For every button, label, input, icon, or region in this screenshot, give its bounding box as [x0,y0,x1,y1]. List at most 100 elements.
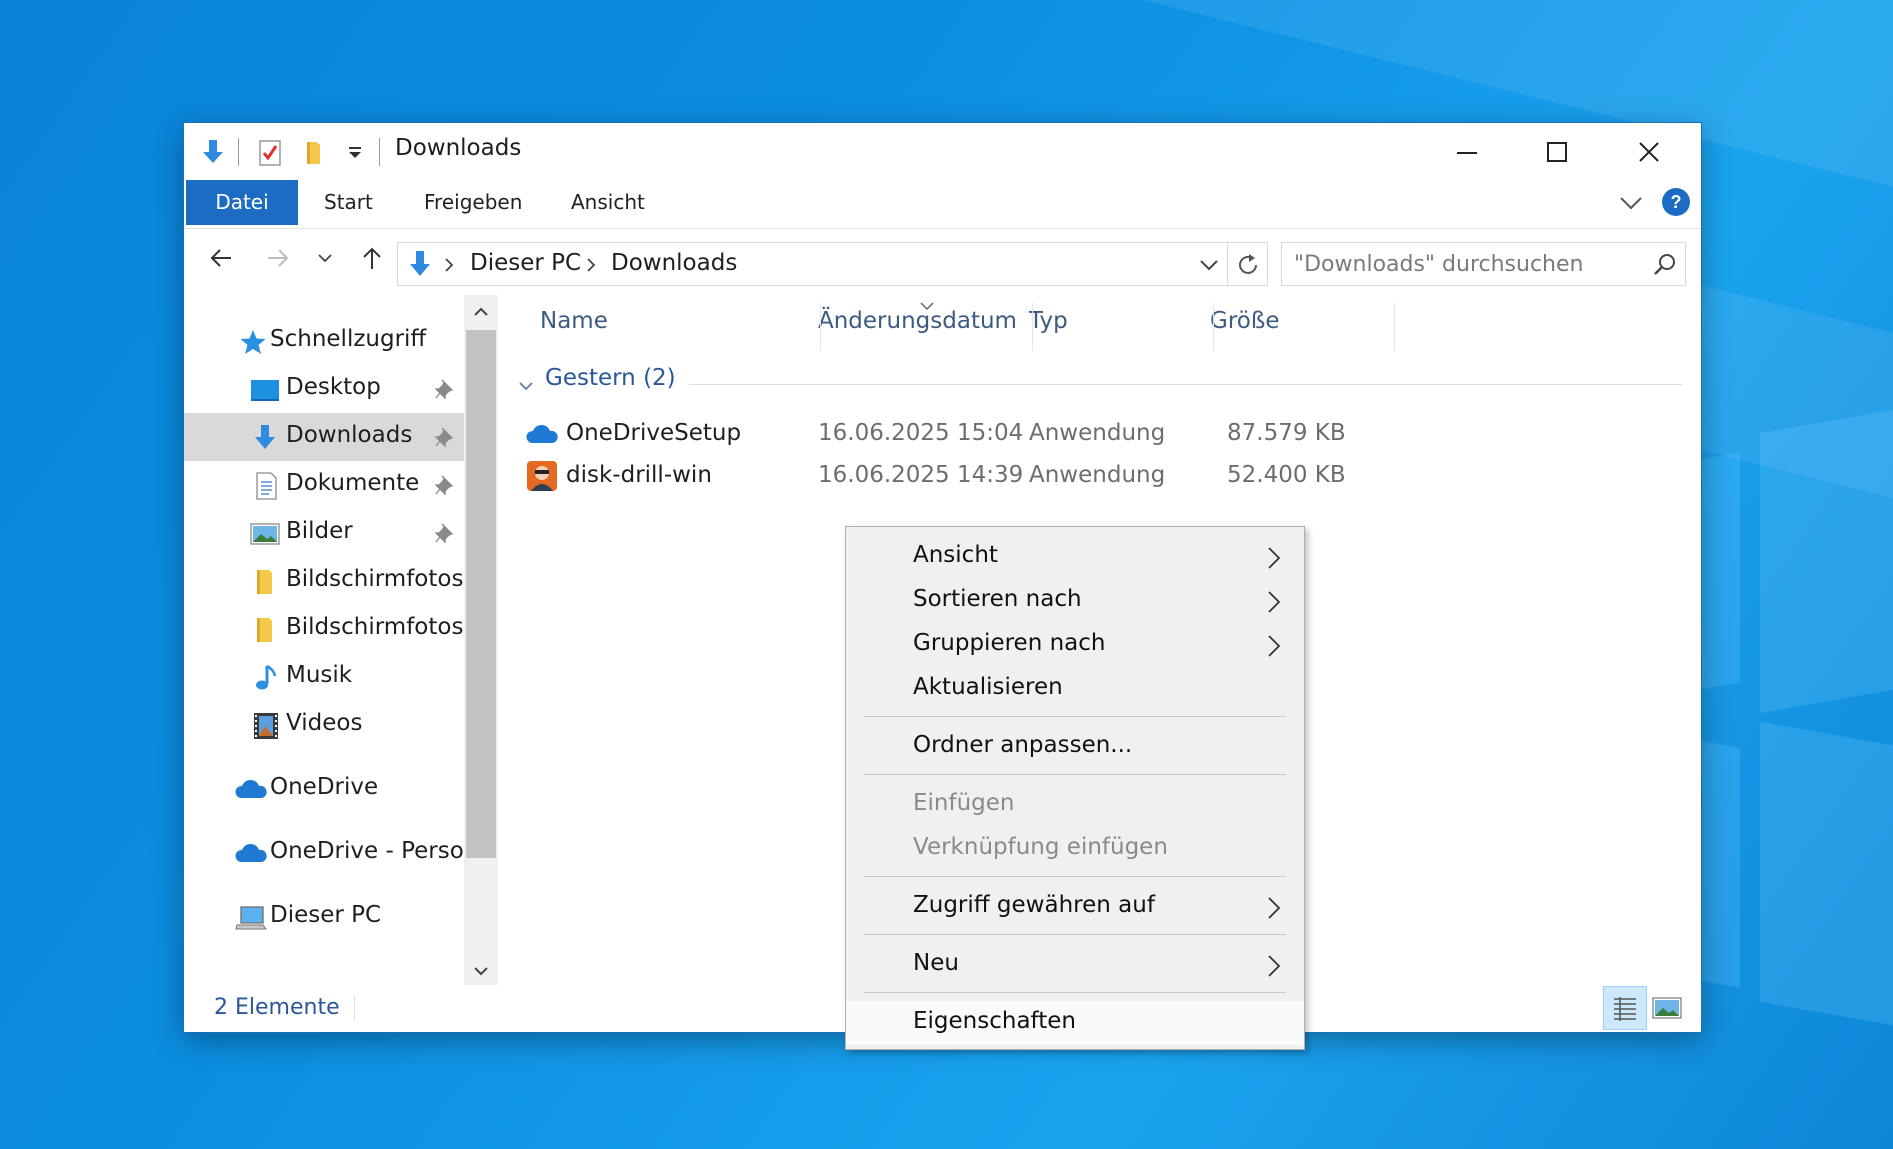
menu-item-label: Ansicht [913,542,998,568]
nav-onedrive-personal-label: OneDrive - Person [270,838,464,864]
up-arrow-icon [363,247,381,269]
nav-this-pc[interactable]: Dieser PC [184,893,464,941]
nav-this-pc-label: Dieser PC [270,902,382,928]
computer-icon [234,904,267,932]
pin-icon [434,522,454,544]
column-header-size[interactable]: Größe [1210,308,1279,334]
file-date: 16.06.2025 15:04 [818,420,1024,446]
file-row[interactable]: disk-drill-win 16.06.2025 14:39 Anwendun… [517,456,1617,496]
properties-icon[interactable] [255,137,285,167]
collapse-group-icon[interactable] [517,373,535,391]
menu-item-label: Einfügen [913,790,1015,816]
breadcrumb-chevron-icon [442,256,456,274]
submenu-arrow-icon [1266,953,1282,979]
file-size: 52.400 KB [1227,462,1346,488]
help-icon[interactable]: ? [1661,187,1691,217]
column-header-type[interactable]: Typ [1029,308,1068,334]
menu-item-eigenschaften[interactable]: Eigenschaften [846,1001,1304,1045]
onedrive-icon [234,776,267,804]
file-type: Anwendung [1029,462,1166,488]
file-date: 16.06.2025 14:39 [818,462,1024,488]
large-icons-view-icon[interactable] [1652,995,1682,1021]
breadcrumb-dieser-pc[interactable]: Dieser PC [470,250,581,276]
nav-item-videos[interactable]: Videos [184,701,464,749]
video-icon [252,712,282,740]
back-button[interactable] [204,241,238,275]
column-header-name[interactable]: Name [540,308,608,334]
menu-item-label: Ordner anpassen... [913,732,1133,758]
recent-locations-button[interactable] [313,241,337,275]
nav-item-bildschirmfotos-2[interactable]: Bildschirmfotos [184,605,464,653]
back-arrow-icon [210,249,231,267]
chevron-down-icon [318,254,332,263]
pictures-icon [250,520,280,548]
item-count: 2 Elemente [214,995,340,1020]
minimize-button[interactable] [1422,123,1512,180]
search-icon[interactable] [1652,252,1678,278]
file-name: disk-drill-win [566,462,712,488]
nav-item-downloads[interactable]: Downloads [184,413,464,461]
menu-item-gruppieren-nach[interactable]: Gruppieren nach [846,623,1304,667]
tab-datei[interactable]: Datei [186,180,298,225]
search-input[interactable]: "Downloads" durchsuchen [1281,242,1686,286]
scroll-up-icon[interactable] [472,304,490,318]
customize-toolbar-icon[interactable] [343,137,367,167]
nav-item-label: Downloads [286,422,413,448]
pin-icon [434,426,454,448]
close-icon [1639,141,1659,162]
submenu-arrow-icon [1266,633,1282,659]
nav-item-label: Bildschirmfotos [286,614,464,640]
window-title: Downloads [395,135,522,161]
menu-item-einfuegen: Einfügen [846,783,1304,827]
address-bar[interactable]: Dieser PC Downloads [397,242,1268,286]
details-view-icon[interactable] [1603,986,1647,1030]
refresh-icon[interactable] [1234,251,1262,279]
menu-item-label: Zugriff gewähren auf [913,892,1155,918]
scrollbar-thumb[interactable] [466,330,496,858]
nav-quick-access[interactable]: Schnellzugriff [184,317,464,365]
scroll-down-icon[interactable] [472,963,490,977]
nav-item-bilder[interactable]: Bilder [184,509,464,557]
sort-indicator-icon [918,296,936,311]
close-button[interactable] [1604,123,1694,180]
desktop-icon [250,376,280,404]
folder-icon [254,568,284,596]
tab-start[interactable]: Start [324,180,373,225]
file-size: 87.579 KB [1227,420,1346,446]
nav-scrollbar[interactable] [464,295,498,985]
breadcrumb-downloads[interactable]: Downloads [611,250,737,276]
menu-item-ordner-anpassen[interactable]: Ordner anpassen... [846,725,1304,769]
nav-onedrive[interactable]: OneDrive [184,765,464,813]
music-icon [252,664,282,692]
menu-item-sortieren-nach[interactable]: Sortieren nach [846,579,1304,623]
new-folder-icon[interactable] [301,137,331,167]
nav-item-desktop[interactable]: Desktop [184,365,464,413]
file-row[interactable]: OneDriveSetup 16.06.2025 15:04 Anwendung… [517,414,1617,454]
up-button[interactable] [355,241,389,275]
file-type: Anwendung [1029,420,1166,446]
nav-item-musik[interactable]: Musik [184,653,464,701]
expand-ribbon-icon[interactable] [1618,190,1644,216]
menu-item-label: Eigenschaften [913,1008,1076,1034]
menu-item-neu[interactable]: Neu [846,943,1304,987]
menu-item-zugriff-gewaehren[interactable]: Zugriff gewähren auf [846,885,1304,929]
nav-quick-access-label: Schnellzugriff [270,326,427,352]
nav-onedrive-personal[interactable]: OneDrive - Person [184,829,464,877]
maximize-icon [1547,141,1567,162]
menu-item-verknuepfung-einfuegen: Verknüpfung einfügen [846,827,1304,871]
tab-freigeben[interactable]: Freigeben [424,180,522,225]
tab-ansicht[interactable]: Ansicht [571,180,645,225]
nav-item-dokumente[interactable]: Dokumente [184,461,464,509]
download-icon[interactable] [198,137,228,167]
nav-item-bildschirmfotos[interactable]: Bildschirmfotos [184,557,464,605]
menu-item-label: Neu [913,950,959,976]
maximize-button[interactable] [1512,123,1602,180]
forward-button[interactable] [261,241,295,275]
address-dropdown-icon[interactable] [1198,255,1220,275]
column-header-date[interactable]: Änderungsdatum [818,308,1017,334]
onedrive-icon [525,417,559,451]
nav-onedrive-label: OneDrive [270,774,379,800]
menu-item-aktualisieren[interactable]: Aktualisieren [846,667,1304,711]
forward-arrow-icon [268,249,289,267]
menu-item-ansicht[interactable]: Ansicht [846,535,1304,579]
